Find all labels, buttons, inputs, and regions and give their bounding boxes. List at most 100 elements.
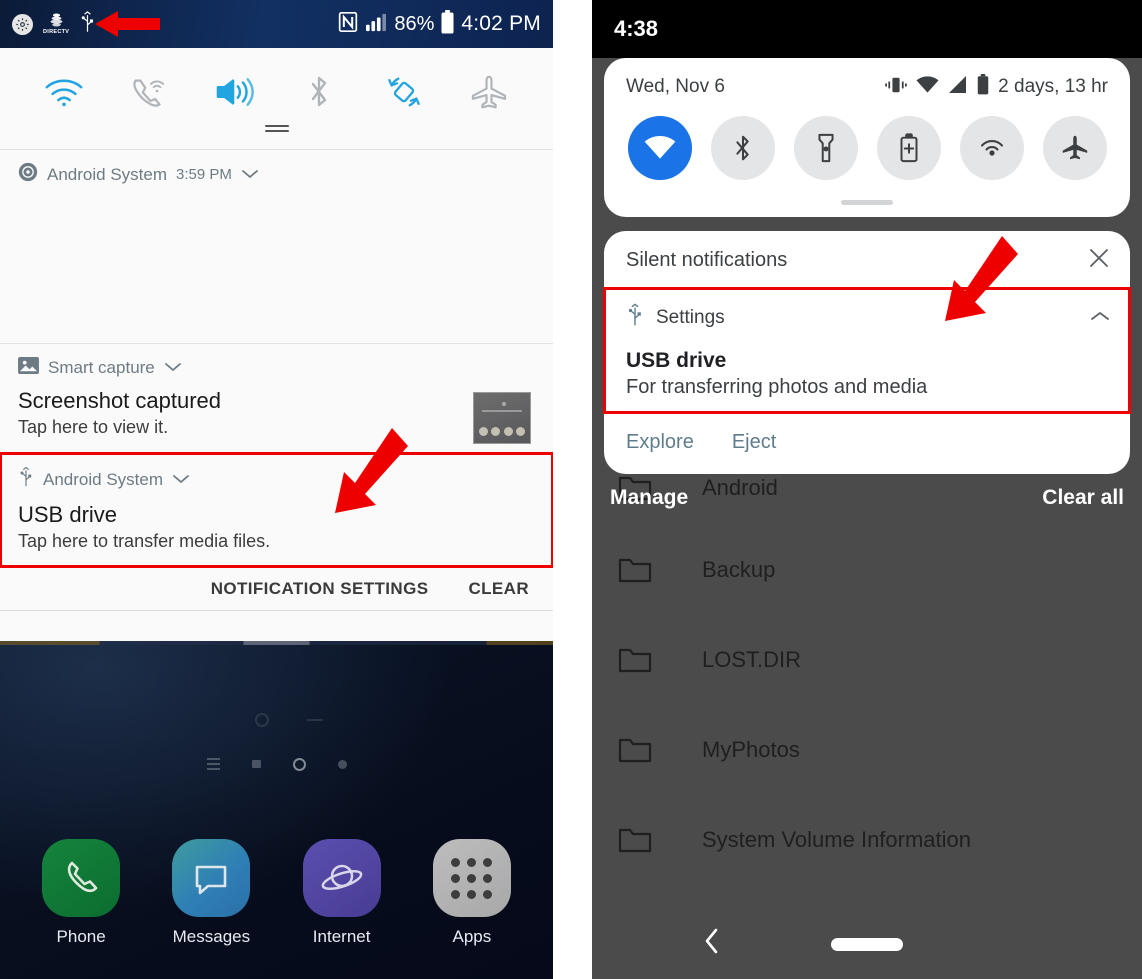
chevron-up-icon[interactable] xyxy=(1090,309,1110,327)
chevron-down-icon[interactable] xyxy=(164,361,182,375)
silent-notifications-card: Silent notifications Settings USB drive … xyxy=(603,231,1131,474)
apps-grid-icon xyxy=(432,839,511,917)
dock-app-label: Apps xyxy=(452,927,492,946)
left-status-bar: DIRECTV 86% 4:02 PM xyxy=(0,0,553,48)
dock-app-phone[interactable]: Phone xyxy=(34,839,128,947)
file-name: LOST.DIR xyxy=(702,647,802,672)
notification-app-name: Android System xyxy=(43,469,163,489)
navigation-bar xyxy=(592,909,1142,979)
file-row[interactable]: MyPhotos xyxy=(592,705,1142,795)
dock-app-label: Phone xyxy=(56,927,106,946)
chevron-down-icon[interactable] xyxy=(172,473,190,487)
notification-time: 3:59 PM xyxy=(176,166,232,183)
home-ghost-widget xyxy=(207,709,347,735)
status-bar-clock: 4:02 PM xyxy=(461,12,541,35)
notification-smart-capture[interactable]: Smart capture Screenshot captured Tap he… xyxy=(0,344,553,453)
folder-icon xyxy=(618,646,652,674)
file-name: System Volume Information xyxy=(702,827,972,852)
tile-bluetooth[interactable] xyxy=(710,116,775,180)
home-screen-background: Phone Messages Internet Apps xyxy=(0,641,553,979)
dock-app-apps[interactable]: Apps xyxy=(425,839,519,947)
tile-battery-saver[interactable] xyxy=(876,116,941,180)
battery-percent: 86% xyxy=(394,12,435,35)
usb-icon xyxy=(626,302,644,333)
shade-footer-actions: Manage Clear all xyxy=(592,476,1142,520)
arrow-to-usb-notification-left xyxy=(335,428,408,513)
right-quick-settings-card: Wed, Nov 6 2 days, 13 hr xyxy=(604,58,1130,217)
dock-app-label: Messages xyxy=(172,927,251,946)
image-icon xyxy=(18,356,39,380)
comparison-screenshot: DIRECTV 86% 4:02 PM Android System 3:59 … xyxy=(0,0,1142,979)
tile-hotspot[interactable] xyxy=(959,116,1024,180)
folder-icon xyxy=(618,736,652,764)
planet-icon xyxy=(302,839,381,917)
file-row[interactable]: Backup xyxy=(592,525,1142,615)
vibrate-icon xyxy=(885,76,907,99)
explore-button[interactable]: Explore xyxy=(626,431,694,454)
notification-usb-drive[interactable]: Settings USB drive For transferring phot… xyxy=(603,287,1131,414)
notification-app-name: Android System xyxy=(47,164,167,184)
right-status-bar: 4:38 xyxy=(592,0,1142,58)
notification-title: USB drive xyxy=(18,502,118,527)
clear-button[interactable]: CLEAR xyxy=(468,579,529,599)
notification-empty-body xyxy=(0,193,553,343)
quick-toggle-airplane-mode[interactable] xyxy=(466,69,512,115)
usb-icon xyxy=(18,465,34,494)
qs-drag-handle[interactable] xyxy=(841,200,893,205)
back-dot-icon xyxy=(337,759,347,769)
close-icon[interactable] xyxy=(1088,247,1110,273)
quick-toggle-bluetooth[interactable] xyxy=(296,69,342,115)
battery-icon xyxy=(977,74,989,100)
back-icon[interactable] xyxy=(702,925,722,963)
shade-drag-handle[interactable] xyxy=(264,122,289,135)
manage-button[interactable]: Manage xyxy=(610,486,688,510)
folder-icon xyxy=(618,556,652,584)
right-phone-screen: 4:38 Android Manage Clear all Backup LOS… xyxy=(592,0,1142,979)
tile-airplane-mode[interactable] xyxy=(1042,116,1107,180)
home-circle-icon xyxy=(292,757,306,771)
directv-icon: DIRECTV xyxy=(43,12,69,36)
message-icon xyxy=(172,839,251,917)
dock-app-messages[interactable]: Messages xyxy=(164,839,258,947)
eject-button[interactable]: Eject xyxy=(732,431,776,454)
home-widget-strip xyxy=(0,641,553,645)
home-square-icon xyxy=(251,760,261,768)
notification-usb-drive[interactable]: Android System USB drive Tap here to tra… xyxy=(0,452,553,568)
screenshot-thumbnail[interactable] xyxy=(473,392,531,444)
signal-icon xyxy=(948,75,968,99)
notification-shade-actions: NOTIFICATION SETTINGS CLEAR xyxy=(0,567,553,611)
tile-flashlight[interactable] xyxy=(793,116,858,180)
status-bar-clock: 4:38 xyxy=(614,16,659,41)
qs-tiles xyxy=(604,116,1130,184)
file-row[interactable]: LOST.DIR xyxy=(592,615,1142,705)
home-pill-icon[interactable] xyxy=(831,937,903,951)
gear-icon xyxy=(12,13,33,35)
file-row[interactable]: System Volume Information xyxy=(592,795,1142,885)
clear-all-button[interactable]: Clear all xyxy=(1042,486,1124,510)
quick-toggle-wifi-calling[interactable] xyxy=(126,69,172,115)
home-nav-hints xyxy=(0,755,553,773)
tile-wifi[interactable] xyxy=(627,116,692,180)
wifi-icon xyxy=(916,75,939,99)
file-name: Backup xyxy=(702,557,776,582)
notification-settings-button[interactable]: NOTIFICATION SETTINGS xyxy=(211,579,429,599)
quick-toggle-sound[interactable] xyxy=(211,69,257,115)
notification-body: For transferring photos and media xyxy=(626,376,928,398)
battery-icon xyxy=(441,9,454,39)
notification-android-system-collapsed[interactable]: Android System 3:59 PM xyxy=(0,150,553,344)
files-app-background: Android Manage Clear all Backup LOST.DIR… xyxy=(592,465,1142,979)
quick-toggle-auto-rotate[interactable] xyxy=(381,69,427,115)
quick-toggle-wifi[interactable] xyxy=(41,69,87,115)
notification-title: Screenshot captured xyxy=(18,388,222,413)
nfc-icon xyxy=(338,11,358,38)
notification-app-name: Settings xyxy=(656,306,725,328)
dock-app-label: Internet xyxy=(312,927,371,946)
phone-icon xyxy=(42,839,121,917)
chevron-down-icon[interactable] xyxy=(241,168,259,182)
left-phone-screen: DIRECTV 86% 4:02 PM Android System 3:59 … xyxy=(0,0,553,979)
dock-app-internet[interactable]: Internet xyxy=(295,839,389,947)
battery-estimate: 2 days, 13 hr xyxy=(998,76,1108,97)
notification-title: USB drive xyxy=(626,349,727,372)
folder-icon xyxy=(618,826,652,854)
home-dock: Phone Messages Internet Apps xyxy=(0,839,553,947)
